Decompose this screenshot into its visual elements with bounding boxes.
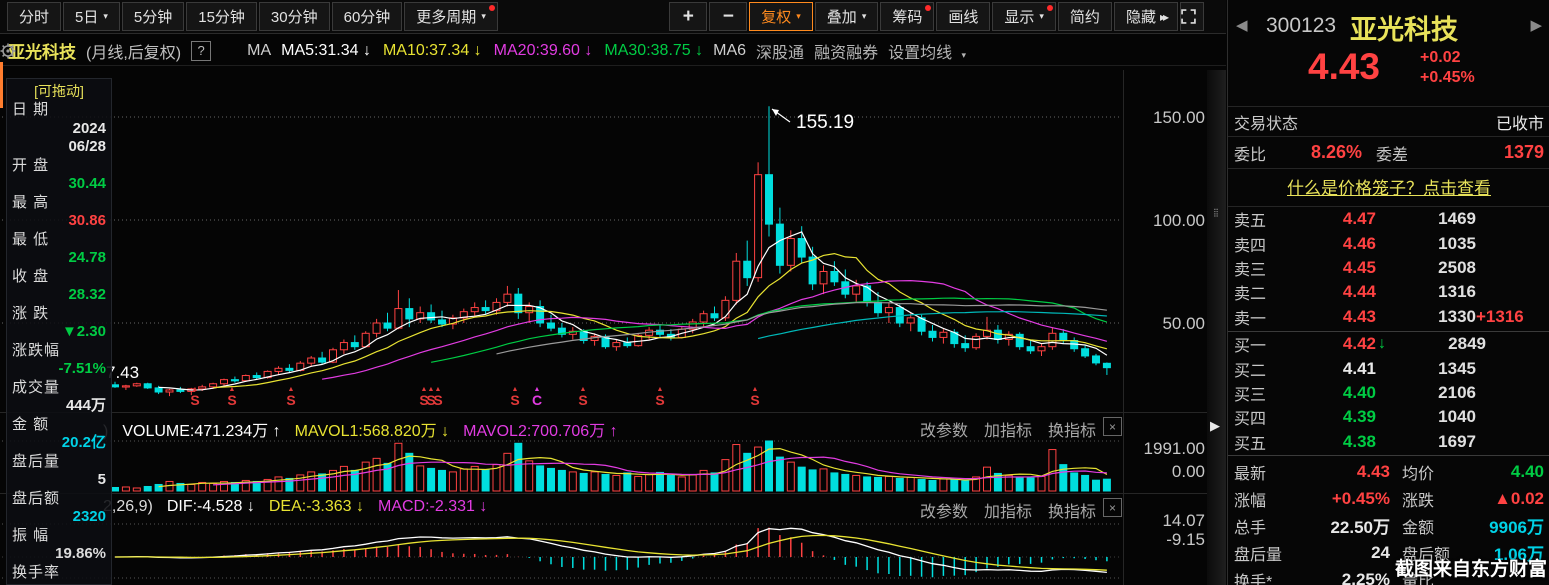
order-book-row[interactable]: 卖五4.471469 [1228, 207, 1549, 231]
volume-pane-header: )VOLUME:471.234万 ↑MAVOL1:568.820万 ↓MAVOL… [0, 415, 1226, 439]
price-axis-label: 100.00 [1005, 211, 1205, 231]
volume-axis-min: 0.00 [1005, 462, 1205, 482]
indicator-value: DIF:-4.528 ↓ [167, 498, 255, 515]
stock-chart-app: 分时5日▾5分钟15分钟30分钟60分钟更多周期▾+−复权▾叠加▾筹码画线显示▾… [0, 0, 1549, 585]
event-marker-s[interactable]: ▲S [188, 386, 202, 407]
weicha-value: 1379 [1408, 142, 1544, 163]
volume-chart[interactable] [0, 438, 1125, 492]
watermark: 截图来自东方财富 [1395, 554, 1547, 581]
macd-axis-min: -9.15 [1005, 530, 1205, 550]
last-price: 4.43 [1308, 46, 1380, 88]
panel-splitter[interactable]: ⣿ ▶ [1207, 70, 1226, 585]
drag-hint: [可拖动] [7, 79, 111, 101]
stat-row: 涨幅+0.45%涨跌▲0.02 [1228, 485, 1549, 512]
left-edge-accent [0, 62, 3, 108]
pane-divider-1 [0, 412, 1226, 413]
data-row: 成交量444万 [7, 379, 111, 416]
stock-name: 亚光科技 [1350, 8, 1458, 47]
data-row: 盘后量5 [7, 453, 111, 490]
order-book-row[interactable]: 卖三4.452508 [1228, 256, 1549, 280]
event-marker-s[interactable]: ▲S [225, 386, 239, 407]
price-axis-label: 50.00 [1005, 314, 1205, 334]
data-row: 最 高30.86 [7, 194, 111, 231]
order-book-row[interactable]: 买四4.391040 [1228, 405, 1549, 429]
price-change: +0.02 +0.45% [1420, 48, 1475, 88]
order-book-row[interactable]: 卖二4.441316 [1228, 280, 1549, 304]
svg-text:155.19: 155.19 [796, 112, 854, 133]
data-row: 金 额20.2亿 [7, 416, 111, 453]
data-row: 开 盘30.44 [7, 157, 111, 194]
event-marker-s[interactable]: ▲S [431, 386, 445, 407]
data-row: 涨 跌▼2.30 [7, 305, 111, 342]
quote-header: ◀ 300123 亚光科技 ▶ [1228, 8, 1549, 42]
order-book-row[interactable]: 买五4.381697 [1228, 430, 1549, 454]
event-marker-s[interactable]: ▲S [508, 386, 522, 407]
chart-area: 155.197.43 150.00 100.00 50.00 )VOLUME:471… [0, 0, 1226, 585]
data-row: 振 幅19.86% [7, 527, 111, 564]
stock-code: 300123 [1266, 14, 1336, 38]
stat-row: 最新4.43均价4.40 [1228, 458, 1549, 485]
data-row: 换手率 [7, 564, 111, 583]
data-row: 最 低24.78 [7, 231, 111, 268]
order-book-row[interactable]: 买一4.42↓2849 [1228, 332, 1549, 356]
collapse-right-icon[interactable]: ▶ [1210, 418, 1220, 434]
macd-axis-max: 14.07 [1005, 511, 1205, 531]
event-marker-s[interactable]: ▲S [576, 386, 590, 407]
trade-status-row: 交易状态 已收市 [1228, 106, 1549, 136]
weibi-row: 委比 8.26% 委差 1379 [1228, 136, 1549, 168]
arrow-down-icon: ↓ [1378, 335, 1386, 353]
volume-axis-max: 1991.00 [1005, 439, 1205, 459]
order-book-row[interactable]: 卖四4.461035 [1228, 231, 1549, 255]
indicator-value: MACD:-2.331 ↓ [378, 498, 487, 515]
macd-chart[interactable] [0, 515, 1125, 585]
prev-stock-icon[interactable]: ◀ [1236, 16, 1248, 34]
splitter-grip-icon[interactable]: ⣿ [1213, 210, 1219, 215]
pane-divider-2 [0, 493, 1226, 494]
weibi-value: 8.26% [1266, 142, 1362, 163]
event-marker-s[interactable]: ▲S [748, 386, 762, 407]
data-row: 盘后额2320 [7, 490, 111, 527]
price-cage-row: 什么是价格笼子？点击查看 [1228, 168, 1549, 204]
event-marker-s[interactable]: ▲S [284, 386, 298, 407]
trade-status-value: 已收市 [1298, 110, 1544, 134]
volume-close-icon[interactable]: × [1103, 417, 1122, 436]
data-row: 涨跌幅-7.51% [7, 342, 111, 379]
macd-indicator-labels: 2,26,9)DIF:-4.528 ↓DEA:-3.363 ↓MACD:-2.3… [103, 498, 501, 516]
quote-panel: ◀ 300123 亚光科技 ▶ 4.43 +0.02 +0.45% 交易状态 已… [1227, 0, 1549, 585]
price-axis-label: 150.00 [1005, 108, 1205, 128]
next-stock-icon[interactable]: ▶ [1530, 16, 1542, 34]
event-marker-s[interactable]: ▲S [653, 386, 667, 407]
sell-order-book: 卖五4.471469卖四4.461035卖三4.452508卖二4.441316… [1228, 206, 1549, 329]
main-candlestick-chart[interactable]: 155.197.43 [0, 70, 1125, 412]
order-book-row[interactable]: 卖一4.431330+1316 [1228, 305, 1549, 329]
data-row: 收 盘28.32 [7, 268, 111, 305]
indicator-value: DEA:-3.363 ↓ [269, 498, 364, 515]
buy-order-book: 买一4.42↓2849买二4.411345买三4.402106买四4.39104… [1228, 331, 1549, 454]
order-book-row[interactable]: 买二4.411345 [1228, 356, 1549, 380]
data-tooltip-panel[interactable]: [可拖动] 日 期202406/28开 盘30.44最 高30.86最 低24.… [6, 78, 112, 585]
price-cage-link[interactable]: 什么是价格笼子？点击查看 [1234, 174, 1544, 199]
stat-row: 总手22.50万金额9906万 [1228, 512, 1549, 539]
event-marker-c[interactable]: ▲C [530, 386, 544, 407]
order-book-row[interactable]: 买三4.402106 [1228, 381, 1549, 405]
axis-divider [1123, 70, 1124, 585]
data-row: 日 期202406/28 [7, 101, 111, 157]
